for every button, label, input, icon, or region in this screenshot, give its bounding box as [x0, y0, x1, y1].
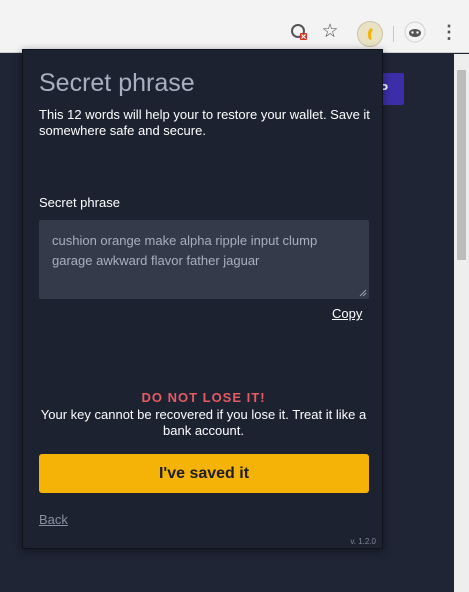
browser-toolbar: ☆ ⋮ — [0, 0, 469, 53]
extension-icon[interactable] — [357, 21, 383, 47]
secret-phrase-textarea[interactable]: cushion orange make alpha ripple input c… — [39, 220, 369, 299]
saved-it-button[interactable]: I've saved it — [39, 454, 369, 493]
scrollbar-thumb[interactable] — [457, 70, 466, 260]
warning-text: Your key cannot be recovered if you lose… — [40, 407, 367, 438]
version-label: v. 1.2.0 — [350, 537, 376, 546]
back-link[interactable]: Back — [39, 512, 68, 527]
lens-blocked-icon[interactable] — [287, 20, 311, 44]
copy-link[interactable]: Copy — [332, 306, 362, 321]
phrase-label: Secret phrase — [39, 195, 120, 210]
profile-icon[interactable] — [403, 20, 427, 44]
description-text: This 12 words will help your to restore … — [39, 107, 370, 138]
wallet-popup: Secret phrase This 12 words will help yo… — [22, 49, 383, 549]
secret-phrase-text: cushion orange make alpha ripple input c… — [52, 233, 318, 268]
page-title: Secret phrase — [39, 69, 195, 97]
resize-handle-icon[interactable] — [359, 289, 367, 297]
warning-title: DO NOT LOSE IT! — [141, 390, 266, 405]
menu-icon[interactable]: ⋮ — [437, 20, 461, 44]
toolbar-separator — [393, 26, 394, 42]
bookmark-star-icon[interactable]: ☆ — [318, 20, 342, 44]
